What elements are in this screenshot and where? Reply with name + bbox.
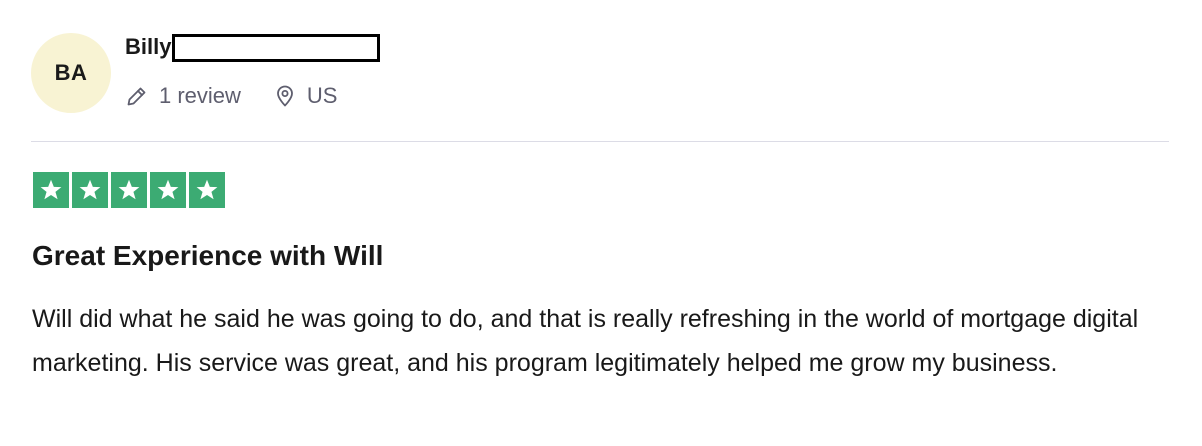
star-3	[111, 172, 147, 208]
location-pin-icon	[277, 85, 293, 107]
review-body: Will did what he said he was going to do…	[32, 305, 1139, 377]
review-count-label: 1 review	[159, 83, 241, 108]
star-2	[72, 172, 108, 208]
review-title[interactable]: Great Experience with Will	[32, 240, 383, 272]
reviewer-name-row: Billy	[125, 30, 381, 64]
star-4	[150, 172, 186, 208]
avatar[interactable]: BA	[31, 33, 111, 113]
star-icon	[196, 179, 218, 200]
star-rating	[33, 172, 225, 208]
pencil-icon	[127, 87, 146, 106]
reviewer-name[interactable]: Billy	[125, 34, 171, 60]
reviewer-meta: 1 review US	[125, 80, 337, 112]
star-icon	[118, 179, 140, 200]
star-5	[189, 172, 225, 208]
review-count: 1 review	[125, 83, 241, 109]
avatar-initials: BA	[54, 60, 88, 85]
reviewer-location: US	[273, 83, 338, 109]
star-1	[33, 172, 69, 208]
location-label: US	[306, 83, 338, 108]
review-card: BA Billy 1 review US Great Experience wi…	[0, 0, 1202, 446]
divider	[31, 141, 1169, 142]
redaction-box	[172, 34, 381, 62]
star-icon	[79, 179, 101, 200]
star-icon	[157, 179, 179, 200]
star-icon	[40, 179, 62, 200]
